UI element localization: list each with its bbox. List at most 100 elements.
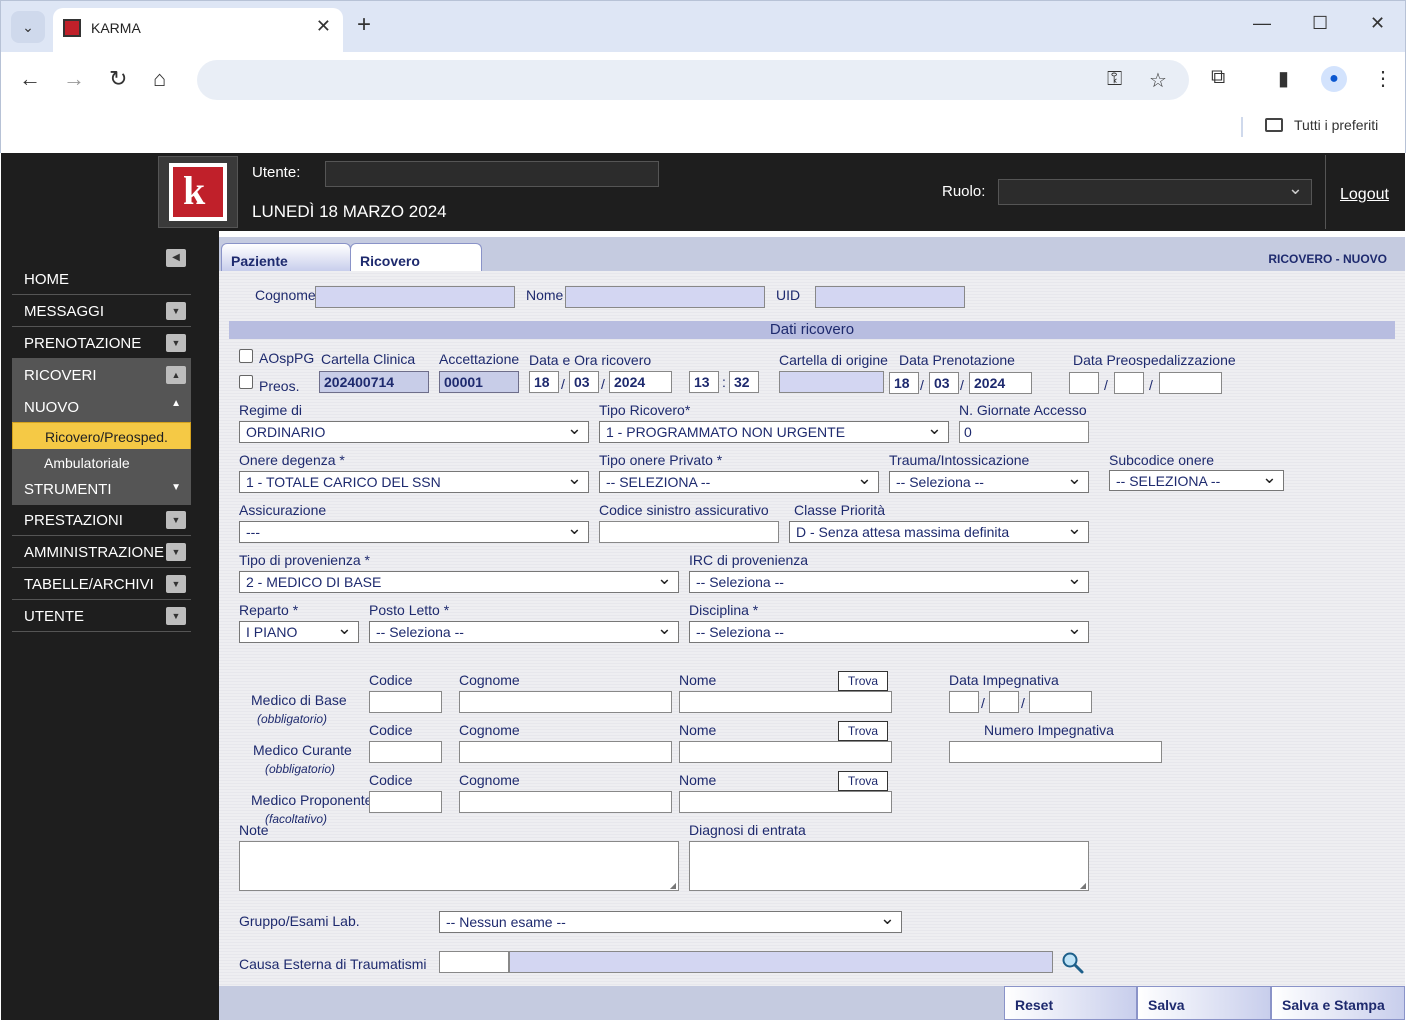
save-button[interactable]: Salva bbox=[1137, 986, 1271, 1020]
causa-codice-field[interactable] bbox=[439, 951, 509, 973]
date-separator: / bbox=[981, 695, 985, 711]
expand-icon[interactable]: ▼ bbox=[166, 511, 186, 529]
trova-medico-base-button[interactable]: Trova bbox=[838, 671, 888, 691]
data-preosped-year[interactable] bbox=[1159, 372, 1222, 394]
minimize-icon[interactable]: — bbox=[1253, 13, 1271, 34]
data-impegnativa-day[interactable] bbox=[949, 691, 979, 713]
trauma-select[interactable]: -- Seleziona -- bbox=[889, 471, 1089, 493]
subcodice-select[interactable]: -- SELEZIONA -- bbox=[1109, 470, 1284, 491]
medico-curante-codice[interactable] bbox=[369, 741, 442, 763]
folder-icon bbox=[1265, 118, 1283, 132]
note-textarea[interactable] bbox=[239, 841, 679, 891]
sidebar-subitem-ambulatoriale[interactable]: Ambulatoriale bbox=[12, 449, 191, 477]
back-icon[interactable]: ← bbox=[19, 66, 41, 92]
medico-base-cognome[interactable] bbox=[459, 691, 672, 713]
onere-select[interactable]: 1 - TOTALE CARICO DEL SSN bbox=[239, 471, 589, 493]
data-preosped-month[interactable] bbox=[1114, 372, 1144, 394]
medico-base-codice[interactable] bbox=[369, 691, 442, 713]
expand-icon[interactable]: ▼ bbox=[166, 543, 186, 561]
extensions-icon[interactable]: ⧉ bbox=[1211, 66, 1225, 89]
sidebar-item-strumenti[interactable]: STRUMENTI ▼ bbox=[12, 475, 191, 505]
sidebar-item-tabelle-archivi[interactable]: TABELLE/ARCHIVI ▼ bbox=[12, 568, 191, 600]
sidebar-item-prestazioni[interactable]: PRESTAZIONI ▼ bbox=[12, 504, 191, 536]
medico-curante-nome[interactable] bbox=[679, 741, 892, 763]
tab-search-button[interactable]: ⌄ bbox=[11, 11, 45, 43]
tipo-ricovero-select[interactable]: 1 - PROGRAMMATO NON URGENTE bbox=[599, 421, 949, 443]
ora-ricovero-minute[interactable]: 32 bbox=[729, 371, 759, 393]
maximize-icon[interactable]: ☐ bbox=[1312, 13, 1328, 34]
data-impegnativa-month[interactable] bbox=[989, 691, 1019, 713]
star-icon[interactable]: ☆ bbox=[1149, 68, 1167, 93]
data-preosped-day[interactable] bbox=[1069, 372, 1099, 394]
data-prenotazione-year[interactable]: 2024 bbox=[969, 372, 1032, 394]
sidebar-item-utente[interactable]: UTENTE ▼ bbox=[12, 600, 191, 632]
sidebar-item-label: TABELLE/ARCHIVI bbox=[24, 576, 154, 593]
collapse-icon[interactable]: ▲ bbox=[166, 366, 186, 384]
close-icon[interactable]: ✕ bbox=[316, 16, 331, 37]
data-prenotazione-month[interactable]: 03 bbox=[929, 372, 959, 394]
new-tab-icon[interactable]: + bbox=[357, 11, 371, 39]
reload-icon[interactable]: ↻ bbox=[109, 66, 127, 92]
sidebar-subitem-ricovero-preosped[interactable]: Ricovero/Preosped. bbox=[12, 422, 191, 450]
side-panel-icon[interactable]: ▮ bbox=[1278, 66, 1289, 91]
tab-ricovero[interactable]: Ricovero bbox=[350, 243, 482, 271]
sidebar-item-nuovo[interactable]: NUOVO ▲ bbox=[12, 391, 191, 423]
irc-select[interactable]: -- Seleziona -- bbox=[689, 571, 1089, 593]
medico-proponente-nome[interactable] bbox=[679, 791, 892, 813]
trova-medico-proponente-button[interactable]: Trova bbox=[838, 771, 888, 791]
expand-icon[interactable]: ▼ bbox=[166, 302, 186, 320]
medico-base-nome[interactable] bbox=[679, 691, 892, 713]
giornate-field[interactable]: 0 bbox=[959, 421, 1089, 443]
forward-icon[interactable]: → bbox=[63, 66, 85, 92]
regime-select[interactable]: ORDINARIO bbox=[239, 421, 589, 443]
data-ricovero-year[interactable]: 2024 bbox=[609, 371, 672, 393]
menu-icon[interactable]: ⋮ bbox=[1373, 66, 1393, 91]
cartella-origine-field[interactable] bbox=[779, 371, 884, 393]
reset-button[interactable]: Reset bbox=[1004, 986, 1137, 1020]
collapse-icon[interactable]: ▲ bbox=[171, 398, 181, 409]
address-bar[interactable]: ⚿ ☆ bbox=[197, 60, 1189, 100]
sinistro-field[interactable] bbox=[599, 521, 779, 543]
ora-ricovero-hour[interactable]: 13 bbox=[689, 371, 719, 393]
data-impegnativa-year[interactable] bbox=[1029, 691, 1092, 713]
expand-icon[interactable]: ▼ bbox=[166, 575, 186, 593]
tab-paziente[interactable]: Paziente bbox=[221, 243, 351, 271]
ruolo-select[interactable] bbox=[998, 178, 1312, 205]
classe-select[interactable]: D - Senza attesa massima definita bbox=[789, 521, 1089, 543]
save-and-print-button[interactable]: Salva e Stampa bbox=[1271, 986, 1405, 1020]
medico-proponente-cognome[interactable] bbox=[459, 791, 672, 813]
aospg-checkbox[interactable] bbox=[239, 349, 253, 363]
provenienza-select[interactable]: 2 - MEDICO DI BASE bbox=[239, 571, 679, 593]
trova-medico-curante-button[interactable]: Trova bbox=[838, 721, 888, 741]
expand-icon[interactable]: ▼ bbox=[171, 482, 181, 493]
close-window-icon[interactable]: ✕ bbox=[1370, 13, 1385, 34]
medico-proponente-codice[interactable] bbox=[369, 791, 442, 813]
preos-checkbox[interactable] bbox=[239, 375, 253, 389]
home-icon[interactable]: ⌂ bbox=[153, 66, 166, 92]
assicurazione-select[interactable]: --- bbox=[239, 521, 589, 543]
data-ricovero-month[interactable]: 03 bbox=[569, 371, 599, 393]
reparto-select[interactable]: I PIANO bbox=[239, 621, 359, 643]
expand-icon[interactable]: ▼ bbox=[166, 607, 186, 625]
key-icon[interactable]: ⚿ bbox=[1107, 68, 1122, 91]
data-prenotazione-day[interactable]: 18 bbox=[889, 372, 919, 394]
sidebar-item-ricoveri[interactable]: RICOVERI ▲ bbox=[12, 359, 191, 391]
logout-link[interactable]: Logout bbox=[1340, 186, 1389, 204]
data-ricovero-day[interactable]: 18 bbox=[529, 371, 559, 393]
posto-letto-select[interactable]: -- Seleziona -- bbox=[369, 621, 679, 643]
sidebar-item-amministrazione[interactable]: AMMINISTRAZIONE ▼ bbox=[12, 536, 191, 568]
sidebar-item-home[interactable]: HOME bbox=[12, 263, 191, 295]
sidebar-item-messaggi[interactable]: MESSAGGI ▼ bbox=[12, 295, 191, 327]
numero-impegnativa-field[interactable] bbox=[949, 741, 1162, 763]
browser-tab-karma[interactable]: KARMA ✕ bbox=[53, 8, 343, 53]
expand-icon[interactable]: ▼ bbox=[166, 334, 186, 352]
all-bookmarks-link[interactable]: Tutti i preferiti bbox=[1294, 117, 1378, 133]
profile-icon[interactable]: ● bbox=[1321, 66, 1347, 92]
diagnosi-textarea[interactable] bbox=[689, 841, 1089, 891]
onere-privato-select[interactable]: -- SELEZIONA -- bbox=[599, 471, 879, 493]
medico-curante-cognome[interactable] bbox=[459, 741, 672, 763]
gruppo-select[interactable]: -- Nessun esame -- bbox=[439, 911, 902, 933]
search-icon[interactable] bbox=[1061, 951, 1085, 975]
sidebar-item-prenotazione[interactable]: PRENOTAZIONE ▼ bbox=[12, 327, 191, 359]
disciplina-select[interactable]: -- Seleziona -- bbox=[689, 621, 1089, 643]
